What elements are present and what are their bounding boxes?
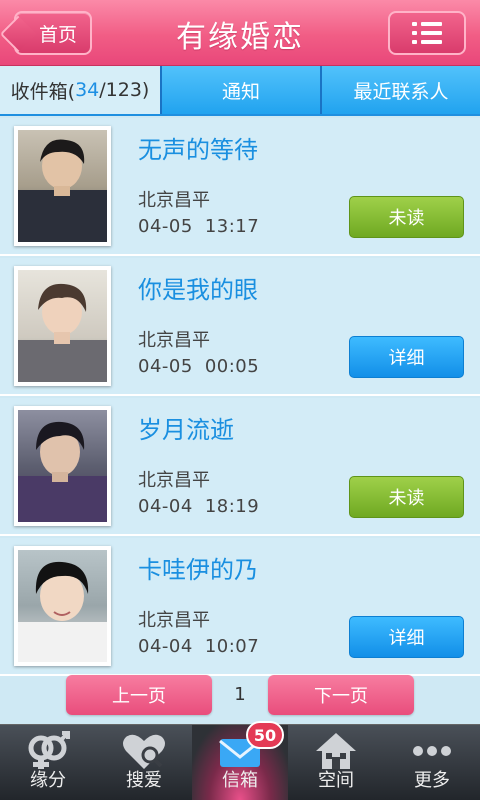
sender-location: 北京昌平 bbox=[138, 190, 210, 211]
message-date: 04-04 bbox=[138, 496, 193, 517]
next-page-button[interactable]: 下一页 bbox=[268, 675, 414, 715]
message-date: 04-04 bbox=[138, 636, 193, 657]
message-time: 04-04 18:19 bbox=[138, 496, 259, 517]
message-time: 04-05 00:05 bbox=[138, 356, 259, 377]
gender-icon bbox=[28, 731, 70, 769]
tab-recent-contacts[interactable]: 最近联系人 bbox=[320, 66, 480, 114]
list-item[interactable]: 你是我的眼 北京昌平 04-05 00:05 详细 bbox=[0, 258, 480, 396]
tab-inbox-label: 收件箱( bbox=[10, 80, 76, 103]
sender-name[interactable]: 无声的等待 bbox=[138, 130, 258, 165]
message-clock: 00:05 bbox=[204, 356, 260, 377]
list-icon bbox=[412, 22, 442, 44]
current-page-number: 1 bbox=[234, 684, 246, 705]
message-time: 04-05 13:17 bbox=[138, 216, 259, 237]
message-time: 04-04 10:07 bbox=[138, 636, 259, 657]
home-icon bbox=[316, 733, 356, 769]
tab-notice-label: 通知 bbox=[221, 80, 260, 103]
avatar[interactable] bbox=[14, 546, 111, 666]
nav-item-fate[interactable]: 缘分 bbox=[0, 725, 96, 800]
sender-location: 北京昌平 bbox=[138, 610, 210, 631]
inbox-unread-count: 34 bbox=[75, 79, 100, 101]
person-photo bbox=[18, 421, 107, 522]
message-clock: 10:07 bbox=[204, 636, 260, 657]
pagination: 上一页 1 下一页 bbox=[0, 672, 480, 718]
list-item[interactable]: 卡哇伊的乃 北京昌平 04-04 10:07 详细 bbox=[0, 538, 480, 676]
menu-button[interactable] bbox=[388, 11, 466, 55]
heart-search-icon bbox=[123, 734, 165, 769]
unread-badge: 50 bbox=[246, 721, 284, 749]
header-bar: 首页 有缘婚恋 bbox=[0, 0, 480, 66]
sender-name[interactable]: 你是我的眼 bbox=[138, 270, 258, 305]
sender-name[interactable]: 岁月流逝 bbox=[138, 410, 234, 445]
detail-button[interactable]: 详细 bbox=[349, 336, 464, 378]
sender-location: 北京昌平 bbox=[138, 470, 210, 491]
message-clock: 18:19 bbox=[204, 496, 260, 517]
sender-location: 北京昌平 bbox=[138, 330, 210, 351]
nav-item-space[interactable]: 空间 bbox=[288, 725, 384, 800]
message-date: 04-05 bbox=[138, 216, 193, 237]
detail-button[interactable]: 详细 bbox=[349, 616, 464, 658]
person-photo bbox=[18, 561, 107, 662]
nav-item-search-love[interactable]: 搜爱 bbox=[96, 725, 192, 800]
tab-recent-label: 最近联系人 bbox=[353, 80, 449, 103]
person-photo bbox=[18, 139, 107, 242]
avatar[interactable] bbox=[14, 266, 111, 386]
prev-page-button[interactable]: 上一页 bbox=[66, 675, 212, 715]
tab-notice[interactable]: 通知 bbox=[160, 66, 320, 114]
more-icon bbox=[413, 746, 451, 756]
message-clock: 13:17 bbox=[204, 216, 260, 237]
person-photo bbox=[18, 283, 107, 382]
message-date: 04-05 bbox=[138, 356, 193, 377]
list-item[interactable]: 岁月流逝 北京昌平 04-04 18:19 未读 bbox=[0, 398, 480, 536]
unread-button[interactable]: 未读 bbox=[349, 196, 464, 238]
inbox-total-count: /123) bbox=[99, 79, 150, 101]
nav-item-more[interactable]: 更多 bbox=[384, 725, 480, 800]
avatar[interactable] bbox=[14, 406, 111, 526]
avatar[interactable] bbox=[14, 126, 111, 246]
tab-inbox[interactable]: 收件箱(34/123) bbox=[0, 66, 160, 114]
bottom-nav: 缘分 搜爱 50 信箱 空间 更多 bbox=[0, 721, 480, 800]
nav-item-mailbox[interactable]: 50 信箱 bbox=[192, 721, 288, 800]
sender-name[interactable]: 卡哇伊的乃 bbox=[138, 550, 258, 585]
unread-button[interactable]: 未读 bbox=[349, 476, 464, 518]
mailbox-tabs: 收件箱(34/123) 通知 最近联系人 bbox=[0, 66, 480, 116]
list-item[interactable]: 无声的等待 北京昌平 04-05 13:17 未读 bbox=[0, 118, 480, 256]
